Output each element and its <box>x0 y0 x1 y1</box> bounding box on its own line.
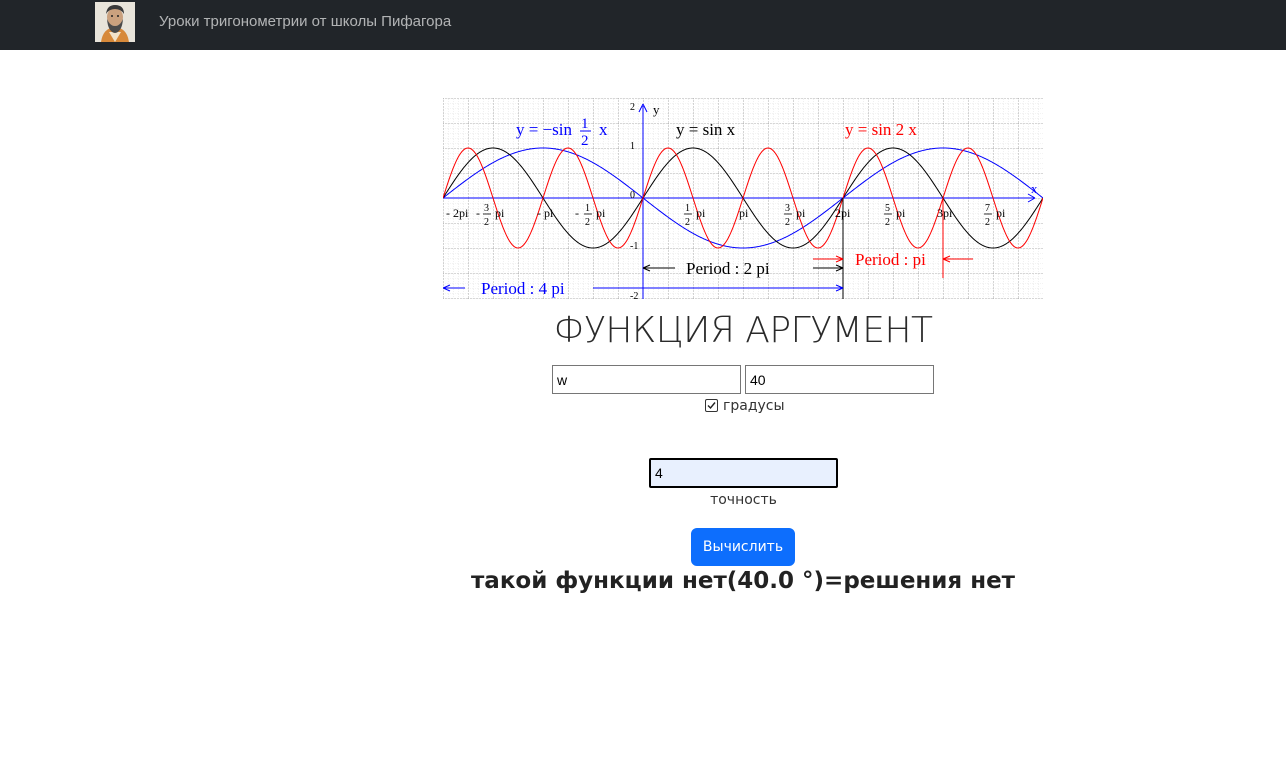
trig-functions-graph: y = −sin 1 2 x y = sin x y = sin 2 x y x… <box>443 98 1043 299</box>
x-tick-neg-2pi: - 2pi <box>446 206 469 220</box>
x-tick-3-2-den: 2 <box>785 217 790 228</box>
x-tick-neg-3-2-num: 3 <box>484 203 489 214</box>
brand-link[interactable]: Уроки тригонометрии от школы Пифагора <box>159 13 451 30</box>
formula-sin-x: y = sin x <box>676 120 736 139</box>
x-tick-5-2-pi: pi <box>896 206 906 220</box>
formula-var: x <box>599 120 608 139</box>
y-tick-neg2: -2 <box>630 291 638 299</box>
y-tick-neg1: -1 <box>630 241 638 252</box>
y-tick-1: 1 <box>630 141 635 152</box>
x-tick-1-2-pi: pi <box>696 206 706 220</box>
x-tick-3-2-num: 3 <box>785 203 790 214</box>
formula-frac-num: 1 <box>581 116 589 132</box>
trig-graph-svg: y = −sin 1 2 x y = sin x y = sin 2 x y x… <box>443 98 1043 299</box>
x-tick-neg-1-2-num: 1 <box>585 203 590 214</box>
formula-sin-2x: y = sin 2 x <box>845 120 917 139</box>
period-label-sin-x: Period : 2 pi <box>686 259 770 278</box>
formula-frac-den: 2 <box>581 133 589 149</box>
x-tick-neg-1-2-pi: pi <box>596 206 606 220</box>
precision-input[interactable] <box>649 458 838 488</box>
y-tick-0: 0 <box>630 190 635 201</box>
x-tick-3pi: 3pi <box>937 206 953 220</box>
pythagoras-avatar-icon[interactable] <box>95 2 135 42</box>
x-tick-1-2-num: 1 <box>685 203 690 214</box>
calculate-button[interactable]: Вычислить <box>691 528 795 566</box>
x-tick-pi: pi <box>739 206 749 220</box>
result-text: такой функции нет(40.0 °)=решения нет <box>470 568 1016 594</box>
x-tick-7-2-num: 7 <box>985 203 990 214</box>
period-label-neg-sin-half-x: Period : 4 pi <box>481 279 565 298</box>
x-tick-1-2-den: 2 <box>685 217 690 228</box>
x-tick-neg-3-2-pi: pi <box>495 206 505 220</box>
x-tick-neg-3-2-den: 2 <box>484 217 489 228</box>
formula-neg-sin-half-x-prefix: y = −sin <box>516 120 573 139</box>
page-title: ФУНКЦИЯ АРГУМЕНТ <box>553 310 933 351</box>
x-tick-neg-1-2-den: 2 <box>585 217 590 228</box>
x-tick-5-2-den: 2 <box>885 217 890 228</box>
x-tick-3-2-pi: pi <box>796 206 806 220</box>
x-tick-neg-3-2-sign: - <box>476 206 480 220</box>
axis-y-label: y <box>653 102 660 117</box>
axis-x-label: x <box>1031 181 1038 196</box>
x-tick-neg-pi: - pi <box>537 206 554 220</box>
function-input[interactable] <box>552 365 741 394</box>
precision-label: точность <box>710 492 777 508</box>
x-tick-neg-1-2-sign: - <box>575 206 579 220</box>
x-tick-5-2-num: 5 <box>885 203 890 214</box>
checkmark-icon <box>707 402 716 410</box>
degrees-checkbox[interactable] <box>705 399 718 412</box>
degrees-label: градусы <box>723 398 785 414</box>
y-tick-2: 2 <box>630 102 635 113</box>
x-tick-7-2-den: 2 <box>985 217 990 228</box>
period-label-sin-2x: Period : pi <box>855 250 926 269</box>
x-tick-7-2-pi: pi <box>996 206 1006 220</box>
argument-input[interactable] <box>745 365 934 394</box>
top-navbar: Уроки тригонометрии от школы Пифагора <box>0 0 1286 50</box>
